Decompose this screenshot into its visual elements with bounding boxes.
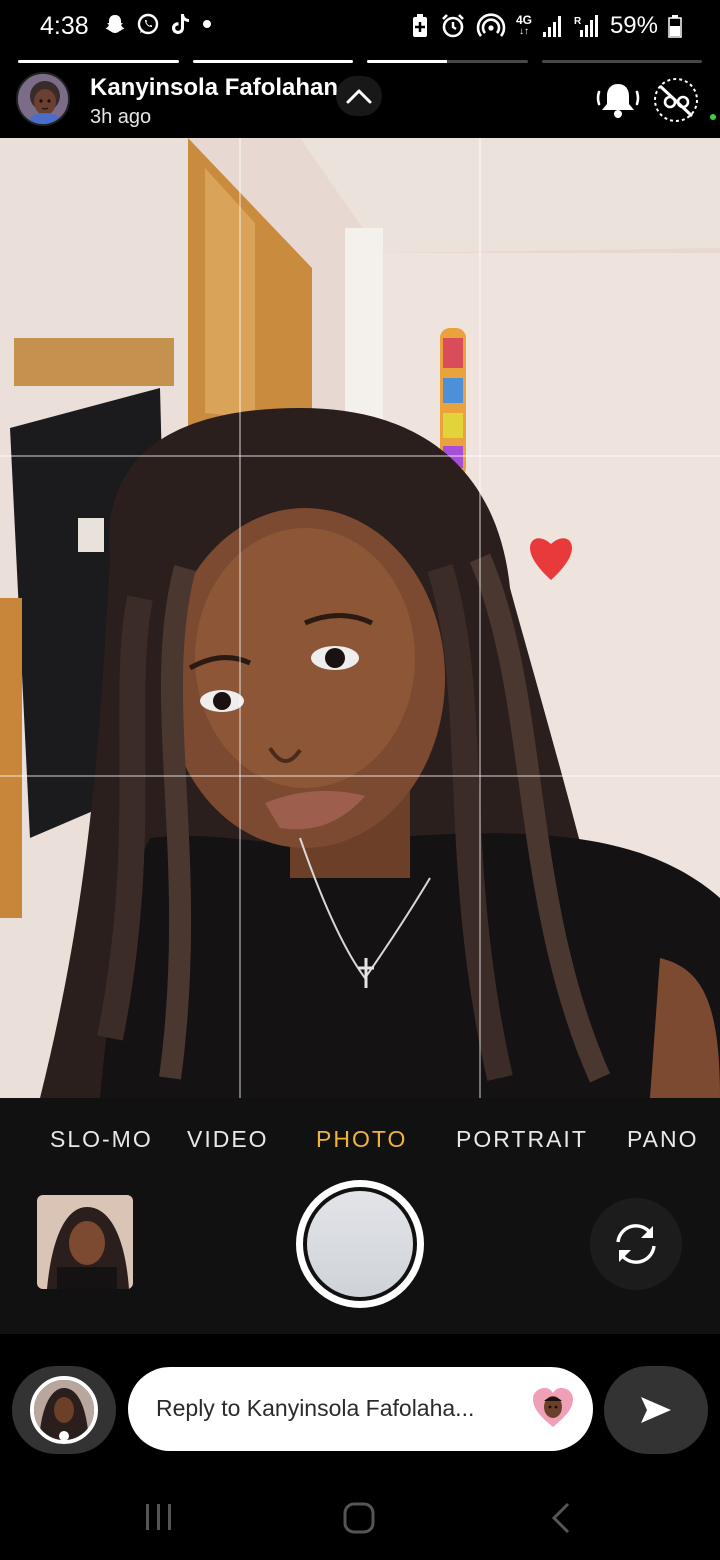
send-arrow-icon [641, 1397, 671, 1423]
network-4g-icon: 4G ↓↑ [515, 13, 532, 37]
notify-button[interactable] [594, 78, 642, 122]
flip-camera-icon [616, 1224, 656, 1264]
story-username[interactable]: Kanyinsola Fafolahan [90, 74, 338, 102]
reply-placeholder[interactable]: Reply to Kanyinsola Fafolaha... [156, 1395, 474, 1422]
story-progress-segment [367, 60, 528, 63]
last-photo-thumbnail[interactable] [37, 1195, 133, 1289]
status-bar: 4:38 4G ↓↑ R 59% [0, 0, 720, 56]
camera-active-indicator [710, 114, 716, 120]
signal-roaming-icon: R [574, 15, 598, 37]
chevron-up-icon [346, 89, 372, 104]
reply-input[interactable]: Reply to Kanyinsola Fafolaha... [128, 1367, 593, 1451]
story-progress-segment [192, 60, 353, 63]
preview-image [0, 138, 720, 1098]
story-header: Kanyinsola Fafolahan 3h ago [0, 56, 720, 138]
camera-preview-thumb [34, 1380, 94, 1440]
recent-apps-icon[interactable] [143, 1500, 175, 1534]
battery-saver-icon [412, 14, 427, 37]
notification-dot [203, 20, 211, 28]
status-time: 4:38 [40, 12, 89, 40]
heart-bitmoji-icon[interactable] [531, 1387, 575, 1429]
story-progress [18, 60, 702, 63]
mute-icon [654, 78, 698, 122]
progress-fill [367, 60, 448, 63]
status-left-icons [104, 12, 212, 36]
progress-fill [18, 60, 179, 63]
mode-portrait[interactable]: PORTRAIT [456, 1126, 588, 1153]
thumbnail-image [37, 1195, 133, 1289]
mode-slo-mo[interactable]: SLO-MO [50, 1126, 153, 1153]
mode-video[interactable]: VIDEO [187, 1126, 269, 1153]
camera-mode-bar: SLO-MO VIDEO PHOTO PORTRAIT PANO [0, 1098, 720, 1178]
bell-icon [596, 84, 640, 118]
battery-icon [668, 15, 682, 38]
camera-preview[interactable] [0, 138, 720, 1098]
bitmoji-avatar [18, 74, 68, 124]
hotspot-icon [476, 13, 506, 37]
reply-camera-button[interactable] [12, 1366, 116, 1454]
home-icon[interactable] [341, 1500, 377, 1536]
mode-photo[interactable]: PHOTO [316, 1126, 407, 1153]
camera-icon [30, 1376, 98, 1444]
story-progress-segment [541, 60, 702, 63]
story-progress-segment [18, 60, 179, 63]
mute-button[interactable] [650, 76, 702, 124]
tiktok-icon [172, 14, 189, 34]
shutter-button[interactable] [296, 1180, 424, 1308]
whatsapp-icon [137, 13, 159, 35]
send-button[interactable] [604, 1366, 708, 1454]
status-right-icons: 4G ↓↑ R 59% [410, 12, 682, 40]
shutter-inner [303, 1187, 417, 1301]
mode-pano[interactable]: PANO [627, 1126, 698, 1153]
snapchat-icon [105, 15, 125, 33]
alarm-icon [442, 14, 464, 38]
svg-text:R: R [574, 16, 582, 27]
progress-fill [192, 60, 353, 63]
system-nav-bar [0, 1476, 720, 1560]
flip-camera-button[interactable] [590, 1198, 682, 1290]
shutter-area [0, 1178, 720, 1334]
battery-percent: 59% [609, 12, 658, 39]
reply-bar: Reply to Kanyinsola Fafolaha... [0, 1334, 720, 1476]
back-icon[interactable] [548, 1500, 572, 1536]
network-label: 4G [515, 13, 532, 27]
signal-icon [542, 16, 561, 37]
story-time-ago: 3h ago [90, 106, 152, 128]
expand-button[interactable] [336, 76, 382, 116]
user-avatar[interactable] [16, 72, 70, 126]
